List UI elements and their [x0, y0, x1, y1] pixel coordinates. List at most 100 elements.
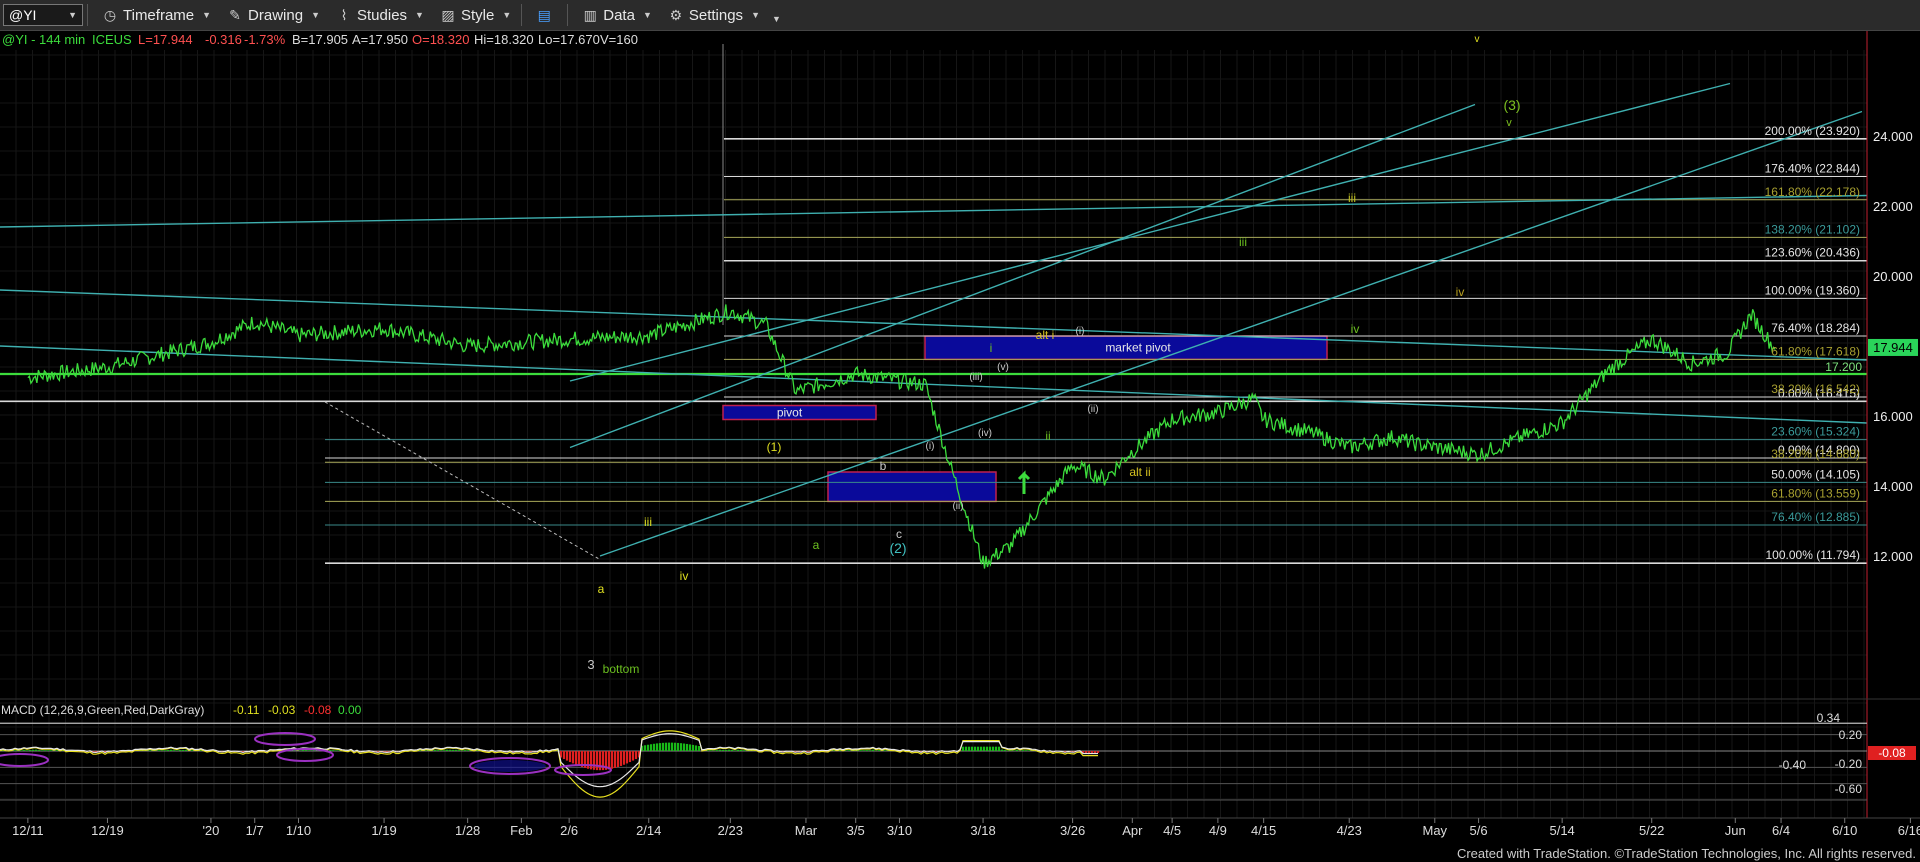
- wave-label: iv: [680, 569, 689, 583]
- settings-label: Settings: [688, 6, 744, 24]
- header-low: Lo=17.670: [538, 32, 600, 47]
- time-tick-label: 1/7: [246, 823, 264, 838]
- fib-level-label: 61.80% (13.559): [1771, 486, 1860, 500]
- price-tick-label: 14.000: [1873, 479, 1913, 494]
- chart-canvas[interactable]: @YI - 144 min ICEUS L=17.944 -0.316 -1.7…: [0, 31, 1920, 862]
- time-tick-label: 1/28: [455, 823, 480, 838]
- time-tick-label: 4/9: [1209, 823, 1227, 838]
- wave-label: iv: [1351, 322, 1360, 336]
- macd-tick-4: -0.60: [1835, 782, 1863, 796]
- wave-label: (3): [1503, 97, 1520, 113]
- chevron-down-icon: ▼: [202, 10, 212, 20]
- time-tick-label: 3/18: [970, 823, 995, 838]
- toolbar-divider: [87, 4, 88, 26]
- toolbar-divider: [521, 4, 523, 26]
- symbol-selector[interactable]: @YI ▼: [3, 4, 83, 26]
- clock-icon: ◷: [103, 7, 117, 23]
- data-button[interactable]: ▥ Data ▼: [576, 3, 658, 27]
- wave-label: iii: [1348, 191, 1356, 205]
- header-ask: A=17.950: [352, 32, 408, 47]
- pencil-icon: ✎: [229, 7, 241, 23]
- chevron-down-icon: ▼: [771, 14, 781, 24]
- time-tick-label: 5/14: [1549, 823, 1574, 838]
- time-tick-label: 12/19: [91, 823, 124, 838]
- header-high: Hi=18.320: [474, 32, 534, 47]
- time-tick-label: Apr: [1122, 823, 1143, 838]
- wave-label: alt ii: [1129, 465, 1150, 479]
- wave-label: iii: [1239, 235, 1247, 249]
- time-tick-label: 12/11: [12, 823, 44, 838]
- layout-button[interactable]: ▤: [530, 3, 563, 27]
- overflow-button[interactable]: ▼: [770, 3, 783, 27]
- wave-label: c: [896, 527, 902, 541]
- drawing-label: Drawing: [248, 6, 304, 24]
- header-exchange: ICEUS: [92, 32, 132, 47]
- price-tick-label: 22.000: [1873, 199, 1913, 214]
- settings-button[interactable]: ⚙ Settings ▼: [662, 3, 766, 27]
- wave-label: (v): [997, 362, 1009, 373]
- chevron-down-icon: ▼: [502, 10, 512, 20]
- wave-label: b: [880, 459, 887, 473]
- fib-level-label: 50.00% (14.105): [1771, 467, 1860, 481]
- time-tick-label: 1/10: [286, 823, 311, 838]
- symbol-header: @YI - 144 min ICEUS L=17.944 -0.316 -1.7…: [2, 32, 638, 47]
- gear-icon: ⚙: [669, 7, 683, 23]
- time-tick-label: 6/16: [1898, 823, 1920, 838]
- fib-level-label: 176.40% (22.844): [1765, 161, 1860, 175]
- fib-level-label: 38.20% (14.680): [1771, 447, 1860, 461]
- macd-value-3: -0.08: [304, 703, 332, 717]
- divergence-ellipse-fill: [474, 760, 546, 772]
- time-tick-label: 3/26: [1060, 823, 1085, 838]
- chevron-down-icon: ▼: [311, 10, 320, 20]
- time-tick-label: 4/5: [1163, 823, 1181, 838]
- header-change-pct: -1.73%: [244, 32, 286, 47]
- wave-label: (iii): [969, 372, 982, 383]
- wave-label: (ii): [952, 501, 963, 512]
- macd-title: MACD (12,26,9,Green,Red,DarkGray): [1, 703, 204, 717]
- studies-icon: ⌇: [340, 7, 348, 23]
- wave-label: (i): [926, 441, 935, 452]
- macd-tick-1: 0.20: [1839, 728, 1863, 742]
- time-tick-label: 1/19: [371, 823, 396, 838]
- time-tick-label: 6/10: [1832, 823, 1857, 838]
- wave-label: v: [1506, 117, 1512, 129]
- macd-value-2: -0.03: [268, 703, 296, 717]
- style-button[interactable]: ▨ Style ▼: [434, 3, 517, 27]
- drawing-button[interactable]: ✎ Drawing ▼: [221, 3, 326, 27]
- chevron-down-icon: ▼: [751, 10, 760, 20]
- macd-value-4: 0.00: [338, 703, 362, 717]
- fib-level-label: 23.60% (15.324): [1771, 425, 1860, 439]
- bar-chart-icon: ▥: [583, 7, 597, 23]
- fib-level-label: 61.80% (17.618): [1771, 344, 1860, 358]
- macd-value-1: -0.11: [233, 703, 260, 717]
- data-label: Data: [603, 6, 635, 24]
- toolbar: @YI ▼ ◷ Timeframe ▼ ✎ Drawing ▼ ⌇ Studies ▼ ▨ S…: [0, 0, 1920, 31]
- fib-level-label: 76.40% (12.885): [1771, 510, 1860, 524]
- fib-level-label: 76.40% (18.284): [1771, 321, 1860, 335]
- chevron-down-icon: ▼: [642, 10, 652, 20]
- wave-label: iv: [1456, 285, 1465, 299]
- timeframe-button[interactable]: ◷ Timeframe ▼: [96, 3, 217, 27]
- time-tick-label: 6/4: [1772, 823, 1790, 838]
- studies-button[interactable]: ⌇ Studies ▼: [330, 3, 430, 27]
- wave-label: (1): [767, 440, 782, 454]
- wave-label: ii: [1045, 429, 1050, 443]
- wave-label: i: [990, 341, 993, 355]
- copyright-footer: Created with TradeStation. ©TradeStation…: [1457, 846, 1916, 861]
- time-tick-label: 2/14: [636, 823, 661, 838]
- price-tick-label: 12.000: [1873, 549, 1913, 564]
- fib-level-label: 138.20% (21.102): [1765, 222, 1860, 236]
- header-symbol: @YI - 144 min: [2, 32, 85, 47]
- wave-label: (iv): [978, 428, 992, 439]
- wave-label: a: [598, 582, 605, 596]
- last-price-tag: 17.944: [1873, 340, 1913, 355]
- time-tick-label: 3/5: [847, 823, 865, 838]
- time-tick-label: Mar: [795, 823, 818, 838]
- price-tick-label: 20.000: [1873, 269, 1913, 284]
- time-tick-label: '20: [202, 823, 219, 838]
- time-tick-label: 4/15: [1251, 823, 1276, 838]
- macd-last-tag: -0.08: [1878, 746, 1906, 760]
- fib-level-label: 123.60% (20.436): [1765, 246, 1860, 260]
- toolbar-divider: [567, 4, 569, 26]
- time-tick-label: 5/6: [1470, 823, 1488, 838]
